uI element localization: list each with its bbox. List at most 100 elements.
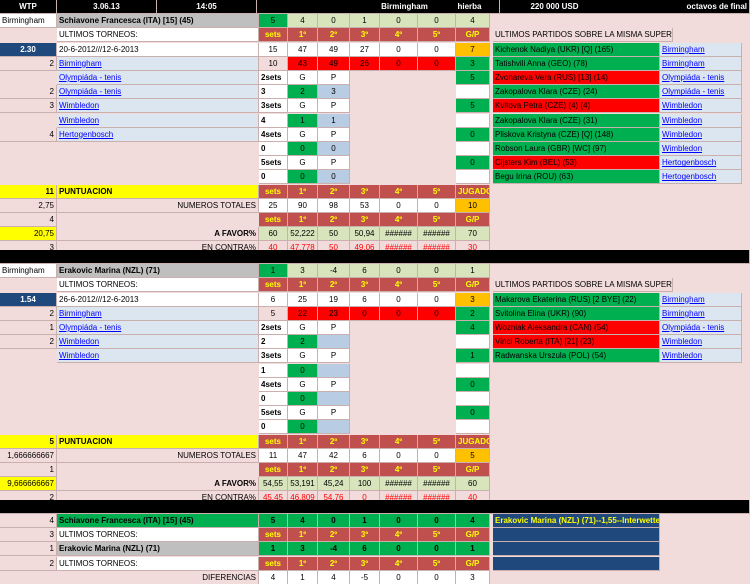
recent-tournament[interactable]: Wimbledon xyxy=(660,349,742,364)
surface-label: hierba xyxy=(440,0,500,14)
tournament-link[interactable]: Hertogenbosch xyxy=(57,127,259,142)
odds-badge[interactable]: 1.54 xyxy=(0,292,57,307)
r1-stat-0: 15 xyxy=(259,42,288,57)
col-header-s4: 4º xyxy=(380,184,418,199)
set-total: 4 xyxy=(259,113,288,128)
favor-stat-6: 60 xyxy=(456,477,490,492)
recent-tournament[interactable]: Olympiáda - tenis xyxy=(660,85,742,100)
tournament-link[interactable]: Wimbledon xyxy=(57,335,259,350)
g-label: G xyxy=(288,349,318,364)
set-p: 0 xyxy=(318,142,350,156)
date-range: 26-6-2012///12-6-2013 xyxy=(57,292,259,307)
recent-tournament[interactable]: Wimbledon xyxy=(660,113,742,128)
bookmaker-cell xyxy=(493,528,660,543)
top-stat-6: 4 xyxy=(456,14,490,29)
favor-stat-6: 70 xyxy=(456,227,490,242)
recent-tournament[interactable]: Birmingham xyxy=(660,306,742,321)
summary-n: 1 xyxy=(0,542,57,557)
col-header-s5: 5º xyxy=(418,28,456,43)
top-stat-2: 0 xyxy=(318,14,350,29)
col-header-sets: sets xyxy=(259,278,288,293)
total-stat-5: 0 xyxy=(418,448,456,463)
col-header-s1: 1º xyxy=(288,213,318,227)
col-header-s4: 4º xyxy=(380,278,418,293)
player-city: Birmingham xyxy=(0,264,57,279)
favor-stat-2: 50 xyxy=(318,227,350,242)
set-gp xyxy=(456,170,490,185)
tournament-link[interactable]: Wimbledon xyxy=(57,113,259,128)
summary-stat: 4 xyxy=(456,514,490,529)
sets-label: 3sets xyxy=(259,99,288,114)
tournament-link[interactable]: Olympiáda - tenis xyxy=(57,320,259,335)
recent-tournament[interactable]: Birmingham xyxy=(660,292,742,307)
tournament-link[interactable]: Birmingham xyxy=(57,56,259,71)
sets-label: 5sets xyxy=(259,406,288,421)
summary-stat: 5 xyxy=(259,514,288,529)
p-label: P xyxy=(318,349,350,364)
recent-tournament[interactable]: Hertogenbosch xyxy=(660,170,742,185)
recent-opponent: Radwanska Urszula (POL) (54) xyxy=(493,349,660,364)
tournament-link[interactable]: Wimbledon xyxy=(57,99,259,114)
col-header-sets: sets xyxy=(259,184,288,199)
ultimos-label: ULTIMOS TORNEOS: xyxy=(57,278,259,293)
summary-header: 4º xyxy=(380,556,418,571)
row-number: 2 xyxy=(0,85,57,100)
summary-header: 4º xyxy=(380,528,418,543)
col-header-s3: 3º xyxy=(350,28,380,43)
recent-opponent: Kichenok Nadiya (UKR) [Q] (165) xyxy=(493,42,660,57)
p-label: P xyxy=(318,127,350,142)
tournament-link[interactable]: Olympiáda - tenis xyxy=(57,71,259,85)
recent-tournament[interactable]: Birmingham xyxy=(660,42,742,57)
set-total: 0 xyxy=(259,391,288,406)
recent-tournament[interactable]: Wimbledon xyxy=(660,99,742,114)
p-label: P xyxy=(318,71,350,85)
col-header-s2: 2º xyxy=(318,462,350,477)
tournament-link[interactable]: Wimbledon xyxy=(57,349,259,364)
diferencia-stat: 0 xyxy=(380,570,418,584)
sets-label: 4sets xyxy=(259,377,288,392)
summary-header: 3º xyxy=(350,528,380,543)
recent-tournament[interactable]: Birmingham xyxy=(660,56,742,71)
summary-n: 2 xyxy=(0,556,57,571)
recent-tournament[interactable]: Hertogenbosch xyxy=(660,156,742,171)
g-label: G xyxy=(288,71,318,85)
set-total: 0 xyxy=(259,142,288,156)
col-header-s1: 1º xyxy=(288,184,318,199)
recent-tournament[interactable]: Wimbledon xyxy=(660,127,742,142)
set-total: 0 xyxy=(259,170,288,185)
summary-header: sets xyxy=(259,556,288,571)
summary-stat: 1 xyxy=(259,542,288,557)
recent-tournament[interactable]: Olympiáda - tenis xyxy=(660,320,742,335)
set-g: 0 xyxy=(288,170,318,185)
col-header-gp: G/P xyxy=(456,28,490,43)
summary-stat: 0 xyxy=(418,514,456,529)
recent-tournament[interactable]: Olympiáda - tenis xyxy=(660,71,742,85)
tournament-link[interactable]: Olympiáda - tenis xyxy=(57,85,259,100)
recent-opponent: Pliskova Kristyna (CZE) [Q] (148) xyxy=(493,127,660,142)
col-header-s5: 5º xyxy=(418,278,456,293)
totals-a: 1,666666667 xyxy=(0,448,57,463)
recent-tournament[interactable]: Wimbledon xyxy=(660,335,742,350)
recent-tournament[interactable]: Wimbledon xyxy=(660,142,742,156)
separator-bar xyxy=(0,249,750,264)
tournament-link[interactable]: Birmingham xyxy=(57,306,259,321)
date-label: 3.06.13 xyxy=(57,0,157,14)
total-stat-3: 53 xyxy=(350,198,380,213)
favor-stat-5: ###### xyxy=(418,227,456,242)
player-city: Birmingham xyxy=(0,14,57,29)
total-stat-6: 5 xyxy=(456,448,490,463)
r2-stat-1: 22 xyxy=(288,306,318,321)
bookmaker-note: Erakovic Marina (NZL) (71)--1,55--Interw… xyxy=(493,514,660,529)
set-p xyxy=(318,363,350,378)
sets-label: 4sets xyxy=(259,127,288,142)
g-label: G xyxy=(288,99,318,114)
odds-badge[interactable]: 2.30 xyxy=(0,42,57,57)
r1-stat-5: 0 xyxy=(418,292,456,307)
diferencias-label: DIFERENCIAS xyxy=(57,570,259,584)
r2-stat-2: 49 xyxy=(318,56,350,71)
r1-stat-2: 19 xyxy=(318,292,350,307)
set-count: 4 xyxy=(456,320,490,335)
row-number: 4 xyxy=(0,127,57,142)
recent-opponent: Tatishvili Anna (GEO) (78) xyxy=(493,56,660,71)
col-header-sets: sets xyxy=(259,462,288,477)
